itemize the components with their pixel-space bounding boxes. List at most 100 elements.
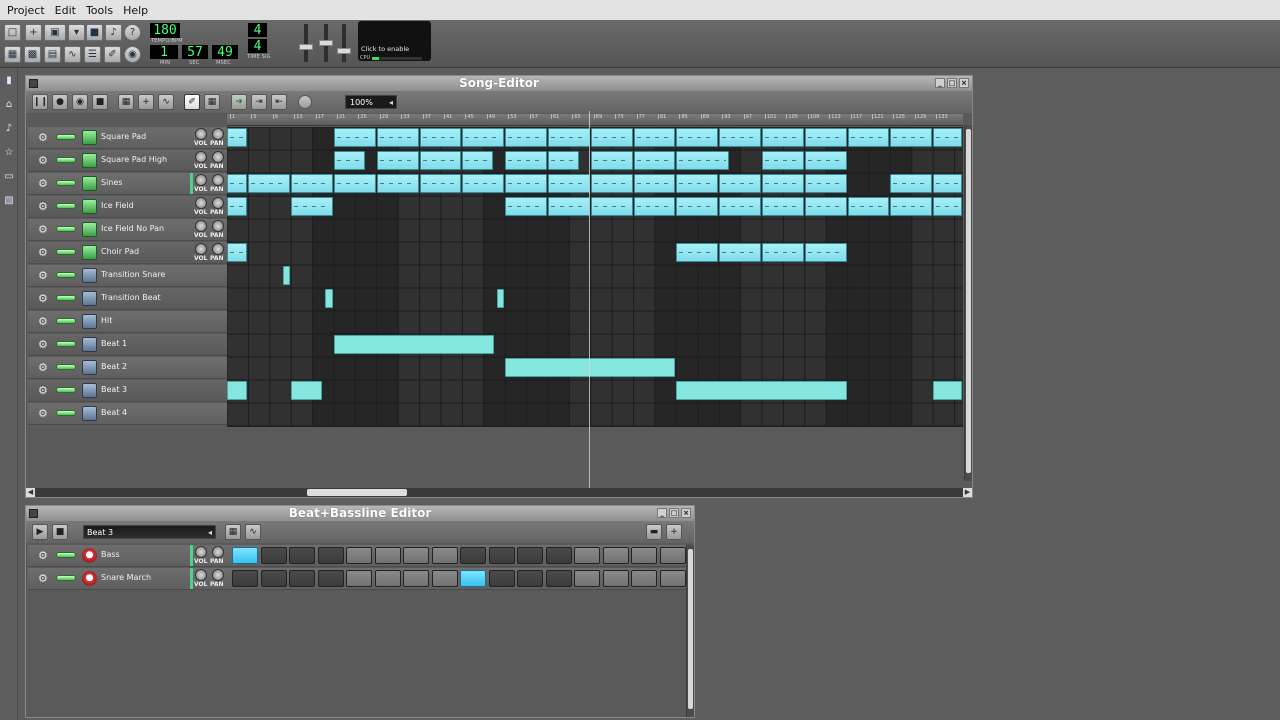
beat-bassline-track-icon[interactable] (82, 268, 97, 283)
pattern-clip[interactable] (248, 174, 291, 193)
pan-knob[interactable] (212, 174, 224, 186)
instrument-track-icon[interactable] (82, 130, 97, 145)
track-name[interactable]: Beat 2 (101, 362, 127, 371)
arrangement-grid[interactable] (227, 127, 963, 427)
sample-track-icon[interactable] (82, 548, 97, 563)
track-mute-toggle[interactable] (56, 387, 76, 393)
track-settings-gear-icon[interactable]: ⚙ (38, 316, 49, 327)
bb-maximize-button[interactable]: □ (669, 508, 679, 518)
bb-track-name[interactable]: Snare March (101, 573, 151, 582)
my-presets-icon[interactable]: ☆ (3, 146, 15, 160)
zoom-select[interactable]: 100% (345, 95, 397, 110)
pattern-clip[interactable] (890, 174, 933, 193)
step-button[interactable] (460, 547, 486, 564)
step-button[interactable] (431, 547, 458, 564)
pattern-clip[interactable] (804, 128, 847, 147)
step-button[interactable] (260, 547, 287, 564)
track-settings-gear-icon[interactable]: ⚙ (38, 178, 49, 189)
track-settings-gear-icon[interactable]: ⚙ (38, 201, 49, 212)
track-name[interactable]: Sines (101, 178, 122, 187)
instrument-track-icon[interactable] (82, 153, 97, 168)
track-settings-gear-icon[interactable]: ⚙ (38, 270, 49, 281)
beat-bassline-track-icon[interactable] (82, 406, 97, 421)
my-samples-icon[interactable]: ♪ (3, 122, 15, 136)
menu-project[interactable]: Project (7, 4, 45, 17)
pattern-clip[interactable] (227, 174, 248, 193)
automation-editor-icon[interactable]: ∿ (64, 46, 81, 63)
track-settings-gear-icon[interactable]: ⚙ (38, 408, 49, 419)
master-volume-slider[interactable] (299, 24, 313, 62)
pattern-clip[interactable] (719, 197, 761, 216)
horizontal-scrollbar[interactable]: ◀ ▶ (26, 488, 972, 497)
beat-bassline-track-icon[interactable] (82, 337, 97, 352)
track-row[interactable]: ⚙ Hit (28, 311, 228, 333)
volume-knob[interactable] (195, 128, 207, 140)
step-button[interactable] (232, 547, 258, 564)
my-projects-icon[interactable]: ⌂ (3, 98, 15, 112)
bb-pattern-clip[interactable] (933, 381, 963, 400)
export-icon[interactable]: ♪ (105, 24, 122, 41)
track-settings-gear-icon[interactable]: ⚙ (38, 132, 49, 143)
step-button[interactable] (346, 570, 372, 587)
track-name[interactable]: Hit (101, 316, 112, 325)
song-editor-icon[interactable]: ▦ (4, 46, 21, 63)
pattern-clip[interactable] (505, 151, 547, 170)
instrument-track-icon[interactable] (82, 222, 97, 237)
pattern-clip[interactable] (590, 197, 633, 216)
bb-track-row[interactable]: ⚙ Bass VOL PAN (28, 545, 686, 567)
pattern-clip[interactable] (505, 174, 547, 193)
pattern-clip[interactable] (676, 243, 719, 262)
step-button[interactable] (659, 547, 686, 564)
track-name[interactable]: Transition Beat (101, 293, 161, 302)
track-settings-gear-icon[interactable]: ⚙ (38, 293, 49, 304)
volume-knob[interactable] (195, 197, 207, 209)
step-button[interactable] (374, 547, 401, 564)
bb-play-button[interactable]: ▶ (32, 524, 48, 540)
song-editor-titlebar[interactable]: Song-Editor _ □ × (26, 76, 972, 91)
pattern-clip[interactable] (419, 174, 462, 193)
step-button[interactable] (631, 547, 657, 564)
pan-knob[interactable] (212, 151, 224, 163)
tempo-display[interactable]: 180 (150, 23, 180, 38)
bb-track-settings-gear-icon[interactable]: ⚙ (38, 573, 49, 584)
recent-projects-icon[interactable]: ▾ (68, 24, 85, 41)
menu-help[interactable]: Help (123, 4, 148, 17)
pattern-clip[interactable] (227, 243, 248, 262)
edit-mode-button[interactable]: ▦ (204, 94, 220, 110)
step-button[interactable] (545, 547, 572, 564)
pattern-clip[interactable] (676, 128, 719, 147)
step-button[interactable] (431, 570, 458, 587)
track-mute-toggle[interactable] (56, 341, 76, 347)
timesig-denominator[interactable]: 4 (248, 39, 267, 54)
close-button[interactable]: × (959, 78, 969, 88)
pattern-clip[interactable] (933, 197, 963, 216)
track-name[interactable]: Choir Pad (101, 247, 139, 256)
add-automation-track-button[interactable]: ∿ (158, 94, 174, 110)
pattern-clip[interactable] (590, 174, 633, 193)
track-name[interactable]: Beat 3 (101, 385, 127, 394)
beat-bassline-track-icon[interactable] (82, 360, 97, 375)
bb-vertical-scrollbar[interactable] (686, 545, 694, 717)
instrument-track-icon[interactable] (82, 176, 97, 191)
new-project-icon[interactable]: □ (4, 24, 21, 41)
track-settings-gear-icon[interactable]: ⚙ (38, 155, 49, 166)
step-button[interactable] (232, 570, 258, 587)
pan-knob[interactable] (212, 546, 224, 558)
bb-pattern-clip[interactable] (282, 266, 291, 285)
new-from-template-icon[interactable]: + (25, 24, 42, 41)
pattern-clip[interactable] (847, 128, 890, 147)
track-row[interactable]: ⚙ Ice Field No Pan VOL PAN (28, 219, 228, 241)
timesig-numerator[interactable]: 4 (248, 23, 267, 38)
pattern-clip[interactable] (890, 197, 933, 216)
pattern-clip[interactable] (933, 128, 963, 147)
pattern-clip[interactable] (719, 174, 761, 193)
bb-pattern-clip[interactable] (676, 381, 847, 400)
horizontal-scroll-thumb[interactable] (307, 489, 407, 496)
piano-roll-icon[interactable]: ▤ (44, 46, 61, 63)
menu-edit[interactable]: Edit (55, 4, 76, 17)
pattern-clip[interactable] (804, 243, 847, 262)
track-settings-gear-icon[interactable]: ⚙ (38, 362, 49, 373)
pattern-clip[interactable] (676, 174, 719, 193)
pattern-clip[interactable] (376, 174, 419, 193)
step-button[interactable] (545, 570, 572, 587)
